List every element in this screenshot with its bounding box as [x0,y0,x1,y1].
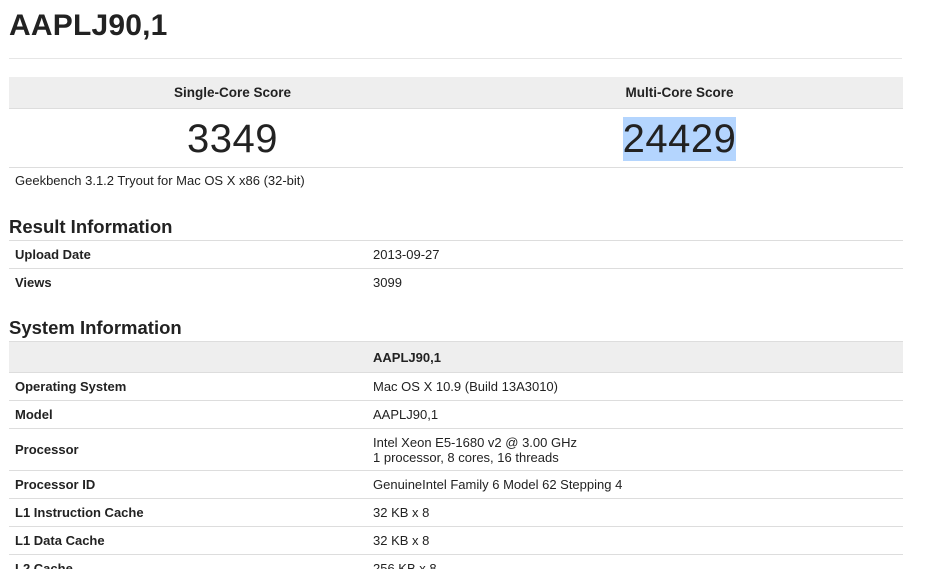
table-row: Upload Date 2013-09-27 [9,240,903,269]
table-row: L1 Data Cache 32 KB x 8 [9,526,903,555]
upload-date-key: Upload Date [9,240,367,269]
l2-cache-key: L2 Cache [9,554,367,569]
processor-key: Processor [9,428,367,471]
system-information-heading: System Information [9,317,182,338]
operating-system-value: Mac OS X 10.9 (Build 13A3010) [367,372,903,401]
scores-header-row: Single-Core Score Multi-Core Score [9,77,903,109]
system-information-header-row: AAPLJ90,1 [9,341,903,373]
processor-id-value: GenuineIntel Family 6 Model 62 Stepping … [367,470,903,499]
system-information-column-header: AAPLJ90,1 [367,341,903,373]
views-value: 3099 [367,268,903,296]
table-row: Operating System Mac OS X 10.9 (Build 13… [9,372,903,401]
page-title: AAPLJ90,1 [9,9,168,42]
views-key: Views [9,268,367,296]
geekbench-edition: Geekbench 3.1.2 Tryout for Mac OS X x86 … [15,173,305,188]
system-information-table: AAPLJ90,1 Operating System Mac OS X 10.9… [9,341,903,569]
processor-topology: 1 processor, 8 cores, 16 threads [373,449,559,465]
l1-data-cache-key: L1 Data Cache [9,526,367,555]
l2-cache-value: 256 KB x 8 [367,554,903,569]
table-row: L1 Instruction Cache 32 KB x 8 [9,498,903,527]
model-value: AAPLJ90,1 [367,400,903,429]
scores-table: Single-Core Score Multi-Core Score 3349 … [9,77,903,168]
title-divider [9,58,902,59]
scores-value-row: 3349 24429 [9,108,903,168]
l1-data-cache-value: 32 KB x 8 [367,526,903,555]
l1-instruction-cache-value: 32 KB x 8 [367,498,903,527]
multi-core-score-cell: 24429 [456,108,903,168]
processor-id-key: Processor ID [9,470,367,499]
single-core-score-value[interactable]: 3349 [187,117,278,161]
table-row: Views 3099 [9,268,903,296]
operating-system-key: Operating System [9,372,367,401]
upload-date-value: 2013-09-27 [367,240,903,269]
geekbench-result-page: AAPLJ90,1 Single-Core Score Multi-Core S… [0,0,930,569]
model-key: Model [9,400,367,429]
processor-model: Intel Xeon E5-1680 v2 @ 3.00 GHz [373,434,577,450]
result-information-table: Upload Date 2013-09-27 Views 3099 [9,240,903,296]
multi-core-score-label: Multi-Core Score [456,77,903,109]
processor-value: Intel Xeon E5-1680 v2 @ 3.00 GHz 1 proce… [367,428,903,471]
table-row: L2 Cache 256 KB x 8 [9,554,903,569]
table-row: Processor Intel Xeon E5-1680 v2 @ 3.00 G… [9,428,903,471]
single-core-score-cell: 3349 [9,108,456,168]
l1-instruction-cache-key: L1 Instruction Cache [9,498,367,527]
result-information-heading: Result Information [9,216,173,237]
table-row: Processor ID GenuineIntel Family 6 Model… [9,470,903,499]
table-row: Model AAPLJ90,1 [9,400,903,429]
multi-core-score-value[interactable]: 24429 [622,116,737,161]
system-information-header-blank [9,341,367,373]
single-core-score-label: Single-Core Score [9,77,456,109]
